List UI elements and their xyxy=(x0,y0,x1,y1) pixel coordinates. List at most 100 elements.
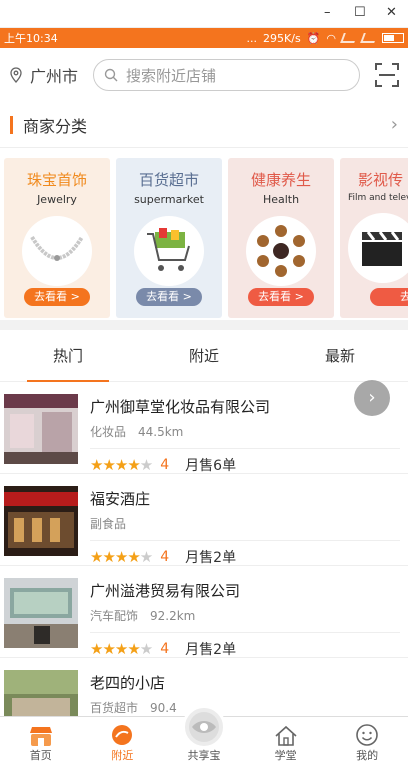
wifi-icon: ◠ xyxy=(326,31,336,45)
necklace-image xyxy=(22,216,92,286)
monthly-sales: 月售2单 xyxy=(185,550,237,566)
store-category: 化妆品 xyxy=(90,425,127,439)
herbs-image xyxy=(246,216,316,286)
card-subtitle: Jewelry xyxy=(37,193,77,206)
rating-score: 4 xyxy=(160,549,170,565)
store-name: 老四的小店 xyxy=(90,674,166,692)
battery-icon xyxy=(382,33,404,43)
signal-icon xyxy=(340,33,358,43)
smiley-icon xyxy=(356,724,378,746)
store-distance: 90.4 xyxy=(150,701,177,715)
store-rating: ★★★★★ 4 月售2单 xyxy=(90,639,400,659)
nav-share[interactable]: 共享宝 xyxy=(163,705,245,767)
rating-stars-icon: ★★★★★ xyxy=(90,456,153,474)
card-go-button[interactable]: 去看看 > xyxy=(136,288,202,306)
store-rating: ★★★★★ 4 月售6单 xyxy=(90,455,400,475)
rating-stars-icon: ★★★★★ xyxy=(90,548,153,566)
category-card-jewelry[interactable]: 珠宝首饰 Jewelry 去看看 > xyxy=(4,158,110,318)
card-subtitle: Film and televis xyxy=(348,193,408,203)
store-thumbnail xyxy=(4,578,78,648)
card-title: 健康养生 xyxy=(250,171,311,189)
card-subtitle: Health xyxy=(262,193,300,206)
nav-nearby-label: 附近 xyxy=(111,749,134,762)
rating-stars-icon: ★★★★★ xyxy=(90,640,153,658)
category-cards: 珠宝首饰 Jewelry 去看看 > 百货超市 supermarket 去看看 … xyxy=(0,148,408,320)
store-name: 福安酒庄 xyxy=(90,490,151,508)
shop-icon xyxy=(29,727,52,746)
chevron-right-icon[interactable]: › xyxy=(391,114,398,135)
tab-newest[interactable]: 最新 xyxy=(272,330,408,381)
store-item[interactable]: 广州御草堂化妆品有限公司 化妆品 44.5km ★★★★★ 4 月售6单 xyxy=(0,382,408,474)
category-title: 商家分类 xyxy=(23,116,88,136)
store-item[interactable]: 福安酒庄 副食品 ★★★★★ 4 月售2单 xyxy=(0,474,408,566)
store-list: › 广州御草堂化妆品有限公司 化妆品 44.5km ★★★★★ 4 月售6单 福安… xyxy=(0,380,408,750)
city-label: 广州市 xyxy=(30,67,79,86)
window-title-bar: – ☐ ✕ xyxy=(0,0,408,28)
card-title: 影视传 xyxy=(358,171,404,189)
search-input[interactable]: 搜索附近店铺 xyxy=(93,59,360,91)
monthly-sales: 月售6单 xyxy=(185,458,237,474)
monthly-sales: 月售2单 xyxy=(185,642,237,658)
card-title: 百货超市 xyxy=(138,171,199,189)
store-category: 副食品 xyxy=(90,517,127,531)
search-placeholder: 搜索附近店铺 xyxy=(126,66,217,85)
store-category: 汽车配饰 xyxy=(90,609,139,623)
tab-hot[interactable]: 热门 xyxy=(0,330,136,382)
card-go-button[interactable]: 去看看 > xyxy=(248,288,314,306)
rating-score: 4 xyxy=(160,457,170,473)
store-item[interactable]: 广州溢港贸易有限公司 汽车配饰 92.2km ★★★★★ 4 月售2单 xyxy=(0,566,408,658)
store-meta: 副食品 xyxy=(90,515,400,541)
store-distance: 44.5km xyxy=(138,425,184,439)
shopping-cart-image xyxy=(134,216,204,286)
category-card-health[interactable]: 健康养生 Health 去看看 > xyxy=(228,158,334,318)
store-name: 广州溢港贸易有限公司 xyxy=(90,582,241,600)
house-icon xyxy=(275,725,297,746)
signal-icon-2 xyxy=(360,33,378,43)
nav-share-label: 共享宝 xyxy=(187,749,221,762)
card-go-button[interactable]: 去看 xyxy=(370,288,408,306)
nav-nearby[interactable]: 附近 xyxy=(82,717,164,767)
status-dots: ... xyxy=(246,31,258,45)
close-button[interactable]: ✕ xyxy=(386,5,397,20)
nav-mine-label: 我的 xyxy=(356,749,379,762)
next-arrow-button[interactable]: › xyxy=(354,380,390,416)
tab-bar: 热门 附近 最新 xyxy=(0,330,408,382)
nav-school-label: 学堂 xyxy=(274,749,297,762)
accent-bar xyxy=(10,115,13,134)
clapperboard-image xyxy=(348,213,408,283)
rating-score: 4 xyxy=(160,641,170,657)
section-divider xyxy=(0,320,408,330)
nav-home-label: 首页 xyxy=(29,749,52,762)
card-subtitle: supermarket xyxy=(134,193,204,206)
store-category: 百货超市 xyxy=(90,701,139,715)
category-card-film[interactable]: 影视传 Film and televis 去看 xyxy=(340,158,408,318)
maximize-button[interactable]: ☐ xyxy=(354,5,366,20)
share-treasure-icon xyxy=(181,705,226,749)
store-meta: 化妆品 44.5km xyxy=(90,423,400,449)
store-thumbnail xyxy=(4,486,78,556)
bottom-navigation: 首页 附近 共享宝 学堂 我的 xyxy=(0,705,408,767)
location-pin-icon xyxy=(10,67,22,83)
network-speed: 295K/s xyxy=(263,31,301,45)
status-time: 上午10:34 xyxy=(4,32,58,45)
search-icon xyxy=(104,68,118,82)
nearby-icon xyxy=(112,725,133,745)
nav-school[interactable]: 学堂 xyxy=(245,717,327,767)
store-rating: ★★★★★ 4 月售2单 xyxy=(90,547,400,567)
category-card-supermarket[interactable]: 百货超市 supermarket 去看看 > xyxy=(116,158,222,318)
card-go-button[interactable]: 去看看 > xyxy=(24,288,90,306)
category-header[interactable]: 商家分类 › xyxy=(0,102,408,148)
search-row: 广州市 搜索附近店铺 xyxy=(0,48,408,102)
scan-icon[interactable] xyxy=(374,62,400,88)
nav-home[interactable]: 首页 xyxy=(0,717,82,767)
status-bar: 上午10:34 ... 295K/s ⏰ ◠ xyxy=(0,28,408,48)
store-distance: 92.2km xyxy=(150,609,196,623)
alarm-icon: ⏰ xyxy=(306,31,321,45)
nav-mine[interactable]: 我的 xyxy=(326,717,408,767)
store-thumbnail xyxy=(4,394,78,464)
city-selector[interactable]: 广州市 xyxy=(8,63,93,87)
store-meta: 汽车配饰 92.2km xyxy=(90,607,400,633)
minimize-button[interactable]: – xyxy=(324,5,331,20)
tab-nearby[interactable]: 附近 xyxy=(136,330,272,381)
card-title: 珠宝首饰 xyxy=(26,171,87,189)
